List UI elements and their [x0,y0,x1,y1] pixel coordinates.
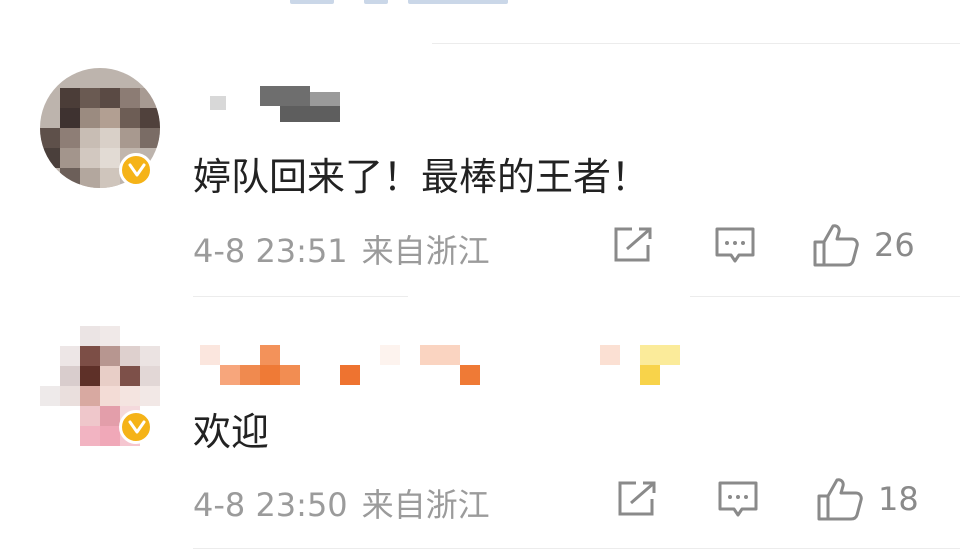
username[interactable] [200,345,685,385]
verified-badge-icon [119,153,153,187]
like-count: 18 [878,480,919,518]
like-icon [813,224,859,267]
comment-text: 婷队回来了！最棒的王者！ [193,155,650,199]
top-cutoff-text [290,0,530,6]
comment-icon [715,227,755,263]
comment-icon [718,481,758,517]
like-count: 26 [874,226,915,264]
username[interactable] [210,86,350,126]
comment-text: 欢迎 [193,410,270,454]
like-icon [817,478,863,521]
comment-button[interactable] [717,480,759,520]
share-button[interactable] [612,226,654,264]
comment-meta: 4-8 23:50 来自浙江 [193,480,490,526]
divider-top [432,43,960,44]
comment-button[interactable] [714,226,756,266]
comment-meta: 4-8 23:51 来自浙江 [193,226,490,272]
comment-location: 来自浙江 [361,232,490,270]
like-button[interactable]: 26 [812,222,915,268]
verified-badge-icon [119,410,153,444]
share-icon [618,481,656,516]
divider-middle-left [193,296,408,297]
comment-location: 来自浙江 [361,486,490,524]
comment-date: 4-8 23:51 [193,232,348,270]
divider-bottom [193,548,960,549]
like-button[interactable]: 18 [816,476,919,522]
share-icon [614,227,652,262]
comment-date: 4-8 23:50 [193,486,348,524]
divider-middle-right [690,296,960,297]
share-button[interactable] [616,480,658,518]
